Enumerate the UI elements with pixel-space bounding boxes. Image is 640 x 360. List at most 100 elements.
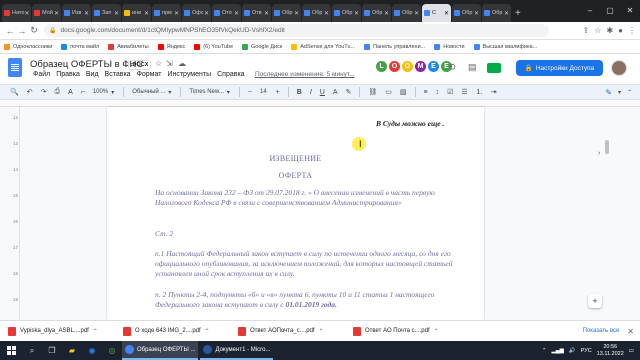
checklist-icon[interactable]: ☑ [447, 88, 453, 96]
chevron-up-icon[interactable]: ⌃ [434, 328, 439, 335]
notifications-icon[interactable]: ▭ [629, 348, 634, 354]
align-icon[interactable]: ≡ [424, 89, 428, 96]
image-icon[interactable]: ▨ [400, 88, 407, 96]
new-tab-icon[interactable]: + [515, 8, 521, 19]
chevron-up-icon[interactable]: ⌃ [205, 328, 210, 335]
tray-chevron-icon[interactable]: ⌃ [542, 348, 547, 354]
extensions-icon[interactable]: ✱ [606, 26, 613, 35]
browser-tab[interactable]: Обр ✕ [332, 4, 361, 22]
avatar[interactable] [611, 60, 627, 76]
tab-close-icon[interactable]: ✕ [144, 10, 149, 17]
share-page-icon[interactable]: ⇪ [583, 26, 590, 35]
outline-collapse-icon[interactable]: › [598, 150, 600, 157]
volume-icon[interactable]: 🔊 [569, 348, 576, 354]
start-button[interactable] [0, 341, 22, 360]
tab-close-icon[interactable]: ✕ [444, 10, 449, 17]
meet-icon[interactable] [487, 63, 501, 73]
redo-icon[interactable]: ↷ [41, 88, 47, 96]
maximize-icon[interactable]: ▢ [600, 0, 620, 20]
tab-close-icon[interactable]: ✕ [324, 10, 329, 17]
menu-item[interactable]: Файл [33, 71, 50, 78]
print-icon[interactable]: ⎙ [54, 88, 60, 96]
bookmark-item[interactable]: почта майл [61, 43, 99, 50]
font-size-input[interactable]: 14 [260, 89, 267, 95]
editing-mode-icon[interactable]: ✎ [605, 88, 612, 97]
file-explorer-icon[interactable]: ▰ [62, 341, 82, 360]
tab-close-icon[interactable]: ✕ [474, 10, 479, 17]
zoom-select[interactable]: 100% ▾ [93, 89, 114, 96]
font-select[interactable]: Times New... ▾ [189, 89, 229, 96]
browser-tab[interactable]: Ото ✕ [212, 4, 241, 22]
comments-icon[interactable]: ▤ [468, 62, 477, 73]
browser-tab[interactable]: Изв ✕ [62, 4, 91, 22]
chevron-down-icon[interactable]: ▾ [618, 89, 621, 96]
highlight-icon[interactable]: ✎ [346, 88, 352, 96]
share-button[interactable]: 🔒 Настройки Доступа [516, 60, 603, 76]
taskbar-window[interactable]: Документ1 - Micro... [200, 341, 274, 360]
browser-tab[interactable]: Зап ✕ [92, 4, 121, 22]
browser-tab[interactable]: Обр ✕ [302, 4, 331, 22]
tab-close-icon[interactable]: ✕ [384, 10, 389, 17]
bookmark-item[interactable]: Панель управлени... [364, 43, 425, 50]
taskbar-window[interactable]: Образец ОФЕРТЫ ... [122, 341, 199, 360]
browser-tab[interactable]: Мой ✕ [32, 4, 61, 22]
text-color-icon[interactable]: A [333, 89, 338, 96]
menu-item[interactable]: Формат [137, 71, 162, 78]
lock-icon[interactable]: 🔒 [49, 27, 56, 34]
tab-close-icon[interactable]: ✕ [204, 10, 209, 17]
last-edit-link[interactable]: Последнее изменение: 5 минут... [255, 71, 355, 78]
menu-item[interactable]: Вид [86, 71, 99, 78]
indent-icon[interactable]: ⇥ [491, 88, 497, 96]
bookmark-item[interactable]: Авиабилеты [108, 43, 149, 50]
browser-tab[interactable]: Обр ✕ [452, 4, 481, 22]
browser-tab[interactable]: Обр ✕ [482, 4, 511, 22]
download-item[interactable]: Vypiska_dlya_ASBL....pdf ⌃ [8, 326, 121, 336]
clock[interactable]: 20:56 13.11.2022 [597, 344, 624, 358]
spellcheck-icon[interactable]: A [68, 89, 73, 96]
scrollbar[interactable] [605, 140, 609, 154]
menu-item[interactable]: Вставка [105, 71, 131, 78]
search-icon[interactable]: ⌕ [22, 341, 42, 360]
close-downloads-icon[interactable]: ✕ [627, 327, 634, 336]
italic-icon[interactable]: I [310, 89, 312, 96]
explore-plus-icon[interactable]: + [588, 294, 602, 308]
tab-close-icon[interactable]: ✕ [414, 10, 419, 17]
chevron-up-icon[interactable]: ⌃ [93, 328, 98, 335]
tab-close-icon[interactable]: ✕ [114, 10, 119, 17]
add-comment-icon[interactable]: ▭ [385, 88, 392, 96]
menu-item[interactable]: Справка [217, 71, 244, 78]
browser-tab[interactable]: Обр ✕ [272, 4, 301, 22]
document-page[interactable]: В Суды можно еще . ИЗВЕЩЕНИЕ ОФЕРТА На о… [107, 107, 484, 320]
url-input[interactable]: 🔒 docs.google.com/document/d/1ctQMIypwMN… [44, 24, 549, 37]
bookmark-item[interactable]: Одноклассники [4, 43, 52, 50]
download-item[interactable]: О ходе 643 IMG_2....pdf ⌃ [123, 326, 236, 336]
bookmark-item[interactable]: AdSense для YouTu... [291, 43, 355, 50]
move-folder-icon[interactable]: ⇲ [166, 59, 173, 68]
search-menus-icon[interactable]: 🔍 [10, 88, 19, 96]
chrome-icon[interactable]: ◎ [102, 341, 122, 360]
undo-icon[interactable]: ↶ [27, 88, 33, 96]
browser-menu-icon[interactable]: ⋮ [628, 26, 636, 35]
history-icon[interactable]: ⟲ [448, 62, 456, 73]
bookmark-star-icon[interactable]: ☆ [594, 26, 601, 35]
browser-tab[interactable]: инв ✕ [122, 4, 151, 22]
increase-size-icon[interactable]: + [276, 89, 280, 96]
paint-format-icon[interactable]: ⌐ [81, 89, 85, 96]
profile-icon[interactable]: ● [618, 26, 623, 35]
language-indicator[interactable]: РУС [581, 348, 592, 354]
tab-close-icon[interactable]: ✕ [174, 10, 179, 17]
browser-tab[interactable]: Нато ✕ [2, 4, 31, 22]
back-icon[interactable]: ← [4, 26, 16, 36]
download-item[interactable]: Ответ АО Почта с....pdf ⌃ [353, 326, 466, 336]
task-view-icon[interactable]: ❐ [42, 341, 62, 360]
bookmark-item[interactable]: Высшая квалифика... [473, 43, 537, 50]
numbered-list-icon[interactable]: ⒈ [476, 87, 483, 97]
underline-icon[interactable]: U [320, 89, 325, 96]
forward-icon[interactable]: → [16, 26, 28, 36]
browser-tab[interactable]: С ✕ [422, 4, 451, 22]
browser-tab[interactable]: прм ✕ [152, 4, 181, 22]
browser-tab[interactable]: Обр ✕ [392, 4, 421, 22]
chevron-up-icon[interactable]: ⌃ [319, 328, 324, 335]
style-select[interactable]: Обычный ... ▾ [132, 89, 171, 96]
show-all-downloads-link[interactable]: Показать все [583, 328, 620, 334]
